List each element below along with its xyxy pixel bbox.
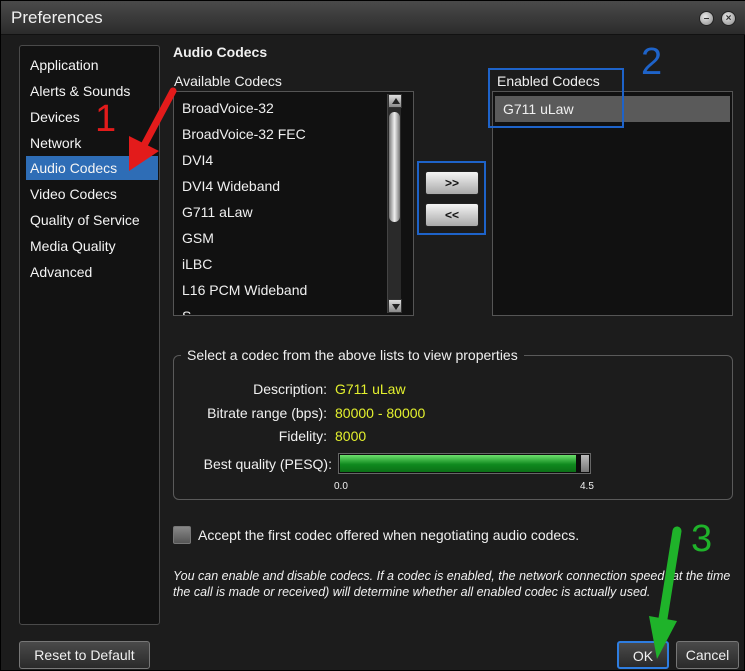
preferences-window: Preferences – × Application Alerts & Sou… [0,0,745,671]
green-arrow-shaft [656,526,682,636]
red-arrow-shaft [137,87,177,155]
green-arrow-head [649,616,677,659]
annotation-arrows [129,87,682,659]
